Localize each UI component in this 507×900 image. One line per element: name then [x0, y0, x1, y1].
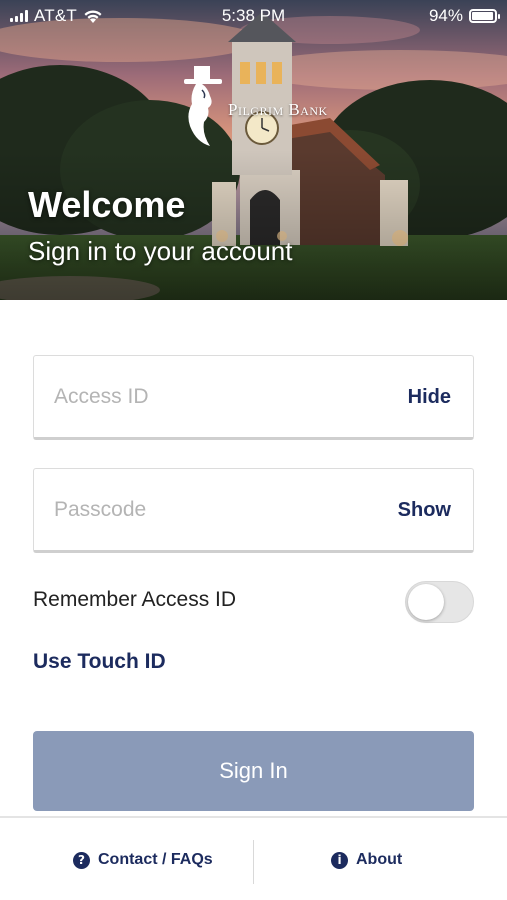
show-passcode-button[interactable]: Show [398, 469, 451, 551]
info-circle-icon: i [331, 851, 348, 869]
access-id-field[interactable]: Hide [33, 355, 474, 440]
battery-percent: 94% [428, 6, 463, 25]
welcome-subtitle: Sign in to your account [28, 236, 293, 266]
welcome-title: Welcome [28, 184, 186, 225]
footer-divider [253, 840, 254, 884]
battery-fill [472, 12, 493, 20]
hide-access-id-button[interactable]: Hide [408, 356, 451, 438]
footer-bar: ? Contact / FAQs i About [0, 816, 507, 900]
about-link[interactable]: i About [331, 818, 402, 900]
passcode-input[interactable] [54, 469, 384, 551]
hero-banner: AT&T 5:38 PM 94% Pilgrim Bank Welcome Si… [0, 0, 507, 300]
battery-icon [469, 9, 500, 23]
status-bar: AT&T 5:38 PM 94% [0, 0, 507, 32]
status-right: 94% [428, 6, 500, 26]
bank-name: Pilgrim Bank [228, 100, 328, 119]
pilgrim-bank-logo: Pilgrim Bank [180, 64, 328, 148]
contact-faqs-link[interactable]: ? Contact / FAQs [73, 818, 213, 900]
passcode-field[interactable]: Show [33, 468, 474, 553]
about-label: About [356, 851, 403, 868]
use-touch-id-link[interactable]: Use Touch ID [33, 650, 166, 674]
toggle-knob [408, 584, 444, 620]
remember-access-id-label: Remember Access ID [33, 588, 237, 611]
question-circle-icon: ? [73, 851, 90, 869]
access-id-input[interactable] [54, 356, 384, 438]
sign-in-button[interactable]: Sign In [33, 731, 474, 811]
contact-faqs-label: Contact / FAQs [98, 851, 213, 868]
remember-access-id-toggle[interactable] [405, 581, 474, 623]
pilgrim-figure-icon [184, 66, 222, 146]
